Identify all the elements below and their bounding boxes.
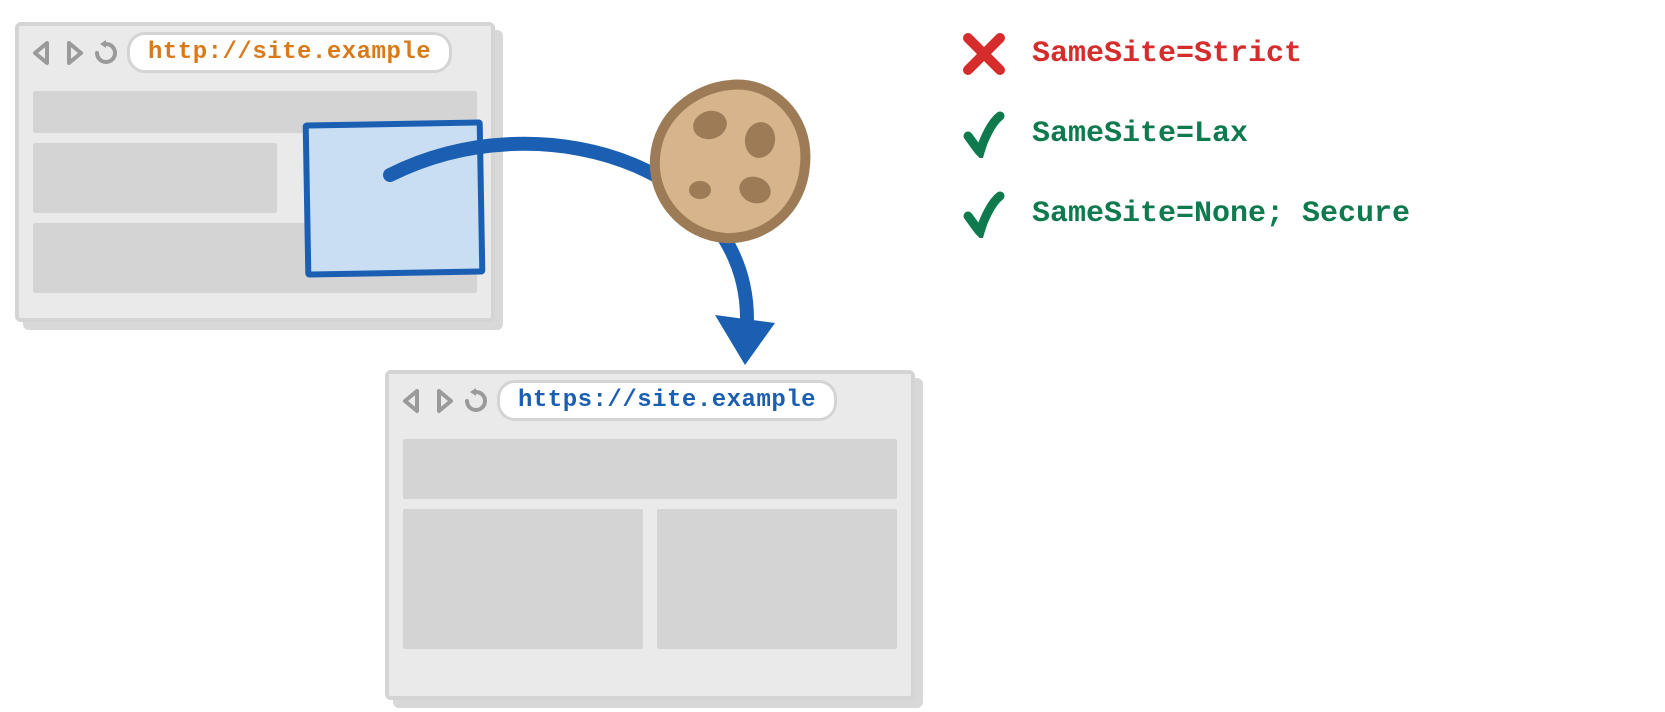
legend-row-none: SameSite=None; Secure: [960, 190, 1410, 238]
url-bar: http://site.example: [127, 32, 452, 73]
content-placeholder: [657, 509, 897, 649]
content-placeholder: [403, 439, 897, 499]
url-bar: https://site.example: [497, 380, 837, 421]
browser-toolbar: https://site.example: [389, 374, 911, 429]
target-browser-window: https://site.example: [385, 370, 915, 700]
cookie-icon: [640, 70, 820, 250]
nav-buttons: [399, 388, 489, 414]
nav-buttons: [29, 40, 119, 66]
cross-site-link-box: [303, 119, 486, 277]
reload-icon: [93, 40, 119, 66]
legend-row-strict: SameSite=Strict: [960, 30, 1410, 78]
page-content: [389, 429, 911, 663]
back-icon: [399, 388, 425, 414]
legend-label: SameSite=Strict: [1032, 37, 1302, 71]
browser-toolbar: http://site.example: [19, 26, 491, 81]
forward-icon: [61, 40, 87, 66]
check-icon: [960, 110, 1008, 158]
source-browser-window: http://site.example: [15, 22, 495, 322]
legend-row-lax: SameSite=Lax: [960, 110, 1410, 158]
content-placeholder: [403, 509, 643, 649]
legend-label: SameSite=Lax: [1032, 117, 1248, 151]
samesite-legend: SameSite=Strict SameSite=Lax SameSite=No…: [960, 30, 1410, 238]
legend-label: SameSite=None; Secure: [1032, 197, 1410, 231]
reload-icon: [463, 388, 489, 414]
cross-icon: [960, 30, 1008, 78]
forward-icon: [431, 388, 457, 414]
back-icon: [29, 40, 55, 66]
content-placeholder: [33, 143, 277, 213]
check-icon: [960, 190, 1008, 238]
